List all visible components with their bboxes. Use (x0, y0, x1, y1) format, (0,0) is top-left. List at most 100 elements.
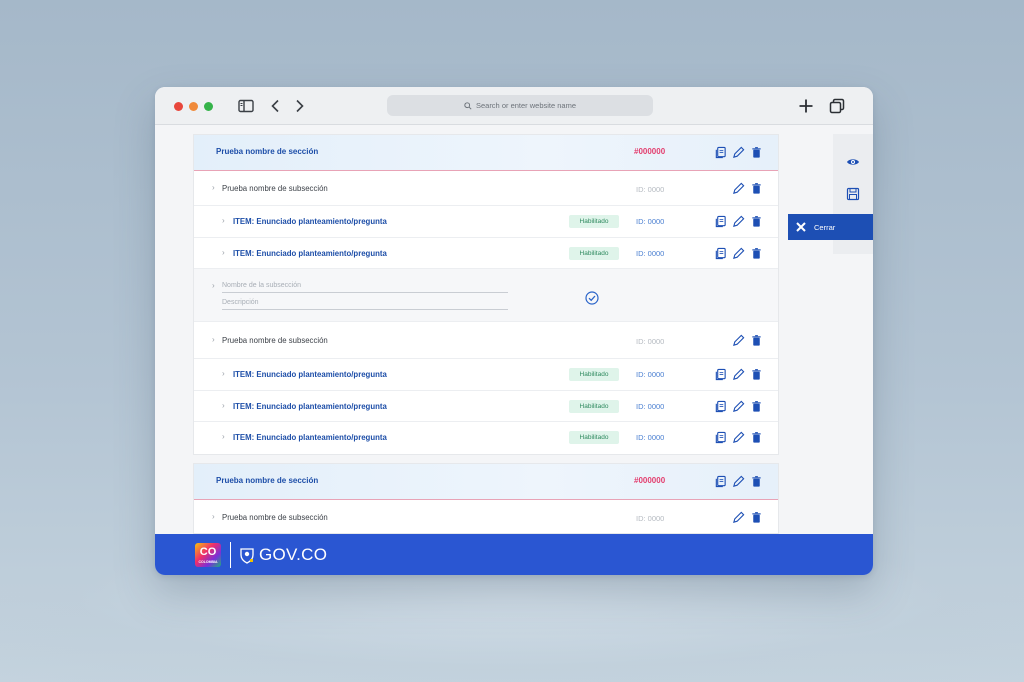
back-arrow-icon[interactable] (267, 97, 285, 115)
minimize-window-button[interactable] (189, 102, 198, 111)
subsection-id: ID: 0000 (636, 514, 665, 523)
trash-icon[interactable] (750, 431, 763, 444)
subsection-title: Prueba nombre de subsección (222, 336, 328, 345)
section-header[interactable]: Prueba nombre de sección #000000 (194, 135, 778, 171)
edit-pencil-icon[interactable] (732, 215, 745, 228)
subsection-name-field[interactable]: Nombre de la subsección (222, 282, 508, 293)
duplicate-icon[interactable] (714, 431, 727, 444)
close-panel-button[interactable]: Cerrar (788, 214, 873, 240)
chevron-right-icon: › (212, 281, 215, 290)
item-row[interactable]: › ITEM: Enunciado planteamiento/pregunta… (194, 359, 778, 391)
subsection-title: Prueba nombre de subsección (222, 513, 328, 522)
maximize-window-button[interactable] (204, 102, 213, 111)
item-id: ID: 0000 (636, 249, 665, 258)
duplicate-icon[interactable] (714, 368, 727, 381)
chevron-right-icon[interactable]: › (212, 335, 215, 344)
subsection-name-placeholder: Nombre de la subsección (222, 282, 301, 289)
edit-pencil-icon[interactable] (732, 475, 745, 488)
chevron-right-icon[interactable]: › (222, 369, 225, 378)
trash-icon[interactable] (750, 368, 763, 381)
trash-icon[interactable] (750, 400, 763, 413)
coat-of-arms-icon (240, 548, 254, 564)
duplicate-icon[interactable] (714, 146, 727, 159)
confirm-check-icon[interactable] (585, 291, 599, 305)
new-subsection-form: › Nombre de la subsección Descripción (194, 269, 778, 322)
colombia-logo-subtext: COLOMBIA (198, 560, 218, 564)
section-header[interactable]: Prueba nombre de sección #000000 (194, 464, 778, 500)
trash-icon[interactable] (750, 334, 763, 347)
status-badge: Habilitado (569, 400, 619, 413)
duplicate-icon[interactable] (714, 215, 727, 228)
edit-pencil-icon[interactable] (732, 146, 745, 159)
item-title: ITEM: Enunciado planteamiento/pregunta (233, 370, 387, 379)
item-title: ITEM: Enunciado planteamiento/pregunta (233, 402, 387, 411)
section-card: Prueba nombre de sección #000000 › Prueb… (193, 463, 779, 534)
chevron-right-icon[interactable]: › (212, 512, 215, 521)
subsection-id: ID: 0000 (636, 185, 665, 194)
browser-titlebar: Search or enter website name (155, 87, 873, 125)
item-row[interactable]: › ITEM: Enunciado planteamiento/pregunta… (194, 206, 778, 238)
status-badge: Habilitado (569, 368, 619, 381)
subsection-row[interactable]: › Prueba nombre de subsección ID: 0000 (194, 322, 778, 359)
eye-icon[interactable] (846, 155, 860, 169)
duplicate-icon[interactable] (714, 400, 727, 413)
search-icon (464, 101, 472, 110)
edit-pencil-icon[interactable] (732, 368, 745, 381)
edit-pencil-icon[interactable] (732, 511, 745, 524)
edit-pencil-icon[interactable] (732, 334, 745, 347)
subsection-description-placeholder: Descripción (222, 299, 259, 306)
status-badge: Habilitado (569, 247, 619, 260)
subsection-id: ID: 0000 (636, 337, 665, 346)
subsection-description-field[interactable]: Descripción (222, 299, 508, 310)
section-color-code: #000000 (634, 476, 666, 485)
subsection-title: Prueba nombre de subsección (222, 184, 328, 193)
section-color-code: #000000 (634, 147, 666, 156)
section-card: Prueba nombre de sección #000000 › Prueb… (193, 134, 779, 455)
edit-pencil-icon[interactable] (732, 247, 745, 260)
duplicate-icon[interactable] (714, 475, 727, 488)
new-tab-plus-icon[interactable] (797, 97, 815, 115)
item-id: ID: 0000 (636, 433, 665, 442)
gov-footer: CO COLOMBIA GOV.CO (155, 534, 873, 575)
trash-icon[interactable] (750, 182, 763, 195)
edit-pencil-icon[interactable] (732, 182, 745, 195)
gov-co-brand[interactable]: GOV.CO (259, 545, 327, 565)
item-title: ITEM: Enunciado planteamiento/pregunta (233, 217, 387, 226)
chevron-right-icon[interactable]: › (222, 401, 225, 410)
chevron-right-icon[interactable]: › (222, 216, 225, 225)
item-row[interactable]: › ITEM: Enunciado planteamiento/pregunta… (194, 422, 778, 454)
colombia-logo: CO COLOMBIA (195, 543, 221, 567)
close-window-button[interactable] (174, 102, 183, 111)
subsection-row[interactable]: › Prueba nombre de subsección ID: 0000 (194, 171, 778, 206)
chevron-right-icon[interactable]: › (222, 432, 225, 441)
trash-icon[interactable] (750, 511, 763, 524)
chevron-right-icon[interactable]: › (222, 248, 225, 257)
trash-icon[interactable] (750, 475, 763, 488)
trash-icon[interactable] (750, 247, 763, 260)
background-floor (0, 560, 1024, 682)
edit-pencil-icon[interactable] (732, 431, 745, 444)
browser-window: Search or enter website name Prueba nomb… (155, 87, 873, 575)
item-title: ITEM: Enunciado planteamiento/pregunta (233, 433, 387, 442)
subsection-row[interactable]: › Prueba nombre de subsección ID: 0000 (194, 500, 778, 534)
item-row[interactable]: › ITEM: Enunciado planteamiento/pregunta… (194, 238, 778, 269)
item-row[interactable]: › ITEM: Enunciado planteamiento/pregunta… (194, 391, 778, 422)
item-title: ITEM: Enunciado planteamiento/pregunta (233, 249, 387, 258)
footer-divider (230, 542, 231, 568)
page-content: Prueba nombre de sección #000000 › Prueb… (155, 126, 873, 534)
trash-icon[interactable] (750, 146, 763, 159)
edit-pencil-icon[interactable] (732, 400, 745, 413)
forward-arrow-icon[interactable] (290, 97, 308, 115)
colombia-logo-text: CO (199, 546, 217, 558)
sidebar-toggle-icon[interactable] (237, 97, 255, 115)
address-bar[interactable]: Search or enter website name (387, 95, 653, 116)
tab-overview-icon[interactable] (828, 97, 846, 115)
item-id: ID: 0000 (636, 402, 665, 411)
trash-icon[interactable] (750, 215, 763, 228)
section-title: Prueba nombre de sección (216, 147, 319, 156)
item-id: ID: 0000 (636, 370, 665, 379)
save-icon[interactable] (846, 187, 860, 201)
chevron-right-icon[interactable]: › (212, 183, 215, 192)
status-badge: Habilitado (569, 215, 619, 228)
duplicate-icon[interactable] (714, 247, 727, 260)
